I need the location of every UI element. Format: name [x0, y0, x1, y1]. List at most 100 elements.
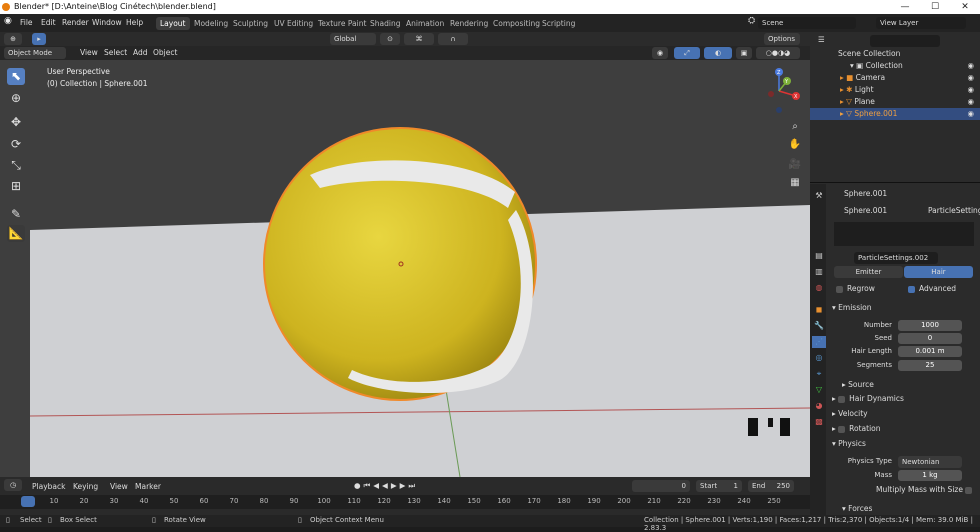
- source-panel[interactable]: ▸ Source: [842, 379, 874, 390]
- tab-animation[interactable]: Animation: [402, 17, 448, 30]
- options-button[interactable]: Options: [764, 33, 800, 45]
- outliner-search[interactable]: [870, 35, 940, 47]
- select-tool-icon[interactable]: ⬉: [7, 68, 25, 85]
- tool-tab-icon[interactable]: ⚒: [812, 190, 826, 202]
- material-tab-icon[interactable]: ◕: [812, 400, 826, 412]
- xray-icon[interactable]: ▣: [736, 47, 752, 59]
- world-tab-icon[interactable]: ◍: [812, 282, 826, 294]
- particle-system-list[interactable]: [834, 222, 974, 246]
- outliner-item-plane[interactable]: ▸ ▽ Plane ◉: [810, 96, 980, 108]
- minimize-button[interactable]: —: [890, 0, 920, 14]
- proportional-icon[interactable]: ∩: [438, 33, 468, 45]
- pan-icon[interactable]: ✋: [786, 136, 804, 154]
- tab-shading[interactable]: Shading: [366, 17, 404, 30]
- hair-dynamics-panel[interactable]: ▸ Hair Dynamics: [832, 393, 904, 404]
- hair-length-field[interactable]: 0.001 m: [898, 346, 962, 357]
- rotation-box[interactable]: [838, 425, 846, 433]
- rotation-panel[interactable]: ▸ Rotation: [832, 423, 881, 434]
- ortho-toggle-icon[interactable]: ▦: [786, 174, 804, 192]
- editor-type-icon[interactable]: ⊕: [4, 33, 22, 45]
- rotate-tool-icon[interactable]: ⟳: [7, 136, 25, 153]
- tab-compositing[interactable]: Compositing: [489, 17, 544, 30]
- tab-rendering[interactable]: Rendering: [446, 17, 492, 30]
- physics-tab-icon[interactable]: ◎: [812, 352, 826, 364]
- outliner-icon[interactable]: ☰: [818, 34, 825, 46]
- hair-dynamics-box[interactable]: [838, 395, 846, 403]
- hair-button[interactable]: Hair: [904, 266, 973, 278]
- pivot-icon[interactable]: ⊙: [380, 33, 400, 45]
- scale-tool-icon[interactable]: ⤡: [7, 157, 25, 174]
- menu-help[interactable]: Help: [126, 18, 143, 27]
- measure-tool-icon[interactable]: 📐: [7, 225, 25, 242]
- annotate-tool-icon[interactable]: ✎: [7, 206, 25, 223]
- object-tab-icon[interactable]: ◼: [812, 304, 826, 316]
- visibility-icon[interactable]: ◉: [652, 47, 668, 59]
- segments-field[interactable]: 25: [898, 360, 962, 371]
- eye-icon[interactable]: ◉: [967, 108, 974, 120]
- menu-select[interactable]: Select: [104, 48, 127, 57]
- menu-file[interactable]: File: [20, 18, 33, 27]
- mass-field[interactable]: 1 kg: [898, 470, 962, 481]
- output-tab-icon[interactable]: ▥: [812, 266, 826, 278]
- outliner-item-camera[interactable]: ▸ ■ Camera ◉: [810, 72, 980, 84]
- tab-uv-editing[interactable]: UV Editing: [270, 17, 317, 30]
- select-box-icon[interactable]: ▸: [32, 33, 46, 45]
- playhead[interactable]: [21, 496, 35, 507]
- outliner-item-light[interactable]: ▸ ✱ Light ◉: [810, 84, 980, 96]
- timeline-view-menu[interactable]: View: [110, 482, 128, 491]
- forces-panel[interactable]: ▾ Forces: [842, 503, 872, 514]
- eye-icon[interactable]: ◉: [967, 60, 974, 72]
- number-field[interactable]: 1000: [898, 320, 962, 331]
- gizmo-icon[interactable]: ⤢: [674, 47, 700, 59]
- menu-render[interactable]: Render: [62, 18, 89, 27]
- outliner-item-sphere[interactable]: ▸ ▽ Sphere.001 ◉: [810, 108, 980, 120]
- maximize-button[interactable]: ☐: [920, 0, 950, 14]
- data-tab-icon[interactable]: ▽: [812, 384, 826, 396]
- menu-view[interactable]: View: [80, 48, 98, 57]
- emitter-button[interactable]: Emitter: [834, 266, 903, 278]
- scene-selector[interactable]: Scene: [758, 17, 856, 29]
- constraints-tab-icon[interactable]: ⌖: [812, 368, 826, 380]
- snap-icon[interactable]: ⌘: [404, 33, 434, 45]
- end-frame[interactable]: End 250: [748, 480, 794, 492]
- velocity-panel[interactable]: ▸ Velocity: [832, 408, 868, 419]
- zoom-icon[interactable]: ⌕: [786, 118, 804, 136]
- 3d-viewport[interactable]: User Perspective (0) Collection | Sphere…: [30, 60, 810, 477]
- menu-object[interactable]: Object: [153, 48, 177, 57]
- scene-collection-row[interactable]: Scene Collection: [810, 48, 980, 60]
- physics-type-dropdown[interactable]: Newtonian: [898, 456, 962, 468]
- tab-scripting[interactable]: Scripting: [538, 17, 579, 30]
- cursor-tool-icon[interactable]: ⊕: [7, 90, 25, 107]
- view-layer-selector[interactable]: View Layer: [876, 17, 966, 29]
- tab-sculpting[interactable]: Sculpting: [229, 17, 272, 30]
- multiply-mass-checkbox[interactable]: Multiply Mass with Size: [876, 484, 976, 495]
- camera-view-icon[interactable]: 🎥: [786, 156, 804, 174]
- menu-add[interactable]: Add: [133, 48, 148, 57]
- eye-icon[interactable]: ◉: [967, 72, 974, 84]
- emission-panel[interactable]: ▾ Emission: [832, 302, 872, 313]
- eye-icon[interactable]: ◉: [967, 84, 974, 96]
- navigation-gizmo[interactable]: Z X Y: [754, 66, 804, 116]
- current-frame[interactable]: 0: [632, 480, 690, 492]
- move-tool-icon[interactable]: ✥: [7, 114, 25, 131]
- overlay-icon[interactable]: ◐: [704, 47, 732, 59]
- blender-menu-icon[interactable]: ◉: [4, 16, 12, 26]
- start-frame[interactable]: Start 1: [696, 480, 742, 492]
- keying-menu[interactable]: Keying: [73, 482, 98, 491]
- frame-ruler[interactable]: 0102030405060708090100110120130140150160…: [0, 495, 810, 509]
- playback-menu[interactable]: Playback: [32, 482, 65, 491]
- advanced-checkbox[interactable]: Advanced: [908, 283, 956, 294]
- shading-modes-icon[interactable]: ○●◑◕: [756, 47, 800, 59]
- texture-tab-icon[interactable]: ▩: [812, 416, 826, 428]
- transform-tool-icon[interactable]: ⊞: [7, 178, 25, 195]
- timeline-editor-icon[interactable]: ◷: [4, 479, 22, 491]
- menu-edit[interactable]: Edit: [41, 18, 56, 27]
- mode-selector[interactable]: Object Mode: [4, 47, 66, 59]
- modifier-tab-icon[interactable]: 🔧: [812, 320, 826, 332]
- physics-panel[interactable]: ▾ Physics: [832, 438, 866, 449]
- menu-window[interactable]: Window: [92, 18, 122, 27]
- eye-icon[interactable]: ◉: [967, 96, 974, 108]
- seed-field[interactable]: 0: [898, 333, 962, 344]
- particles-tab-icon[interactable]: ⋰: [812, 336, 826, 348]
- close-button[interactable]: ✕: [950, 0, 980, 14]
